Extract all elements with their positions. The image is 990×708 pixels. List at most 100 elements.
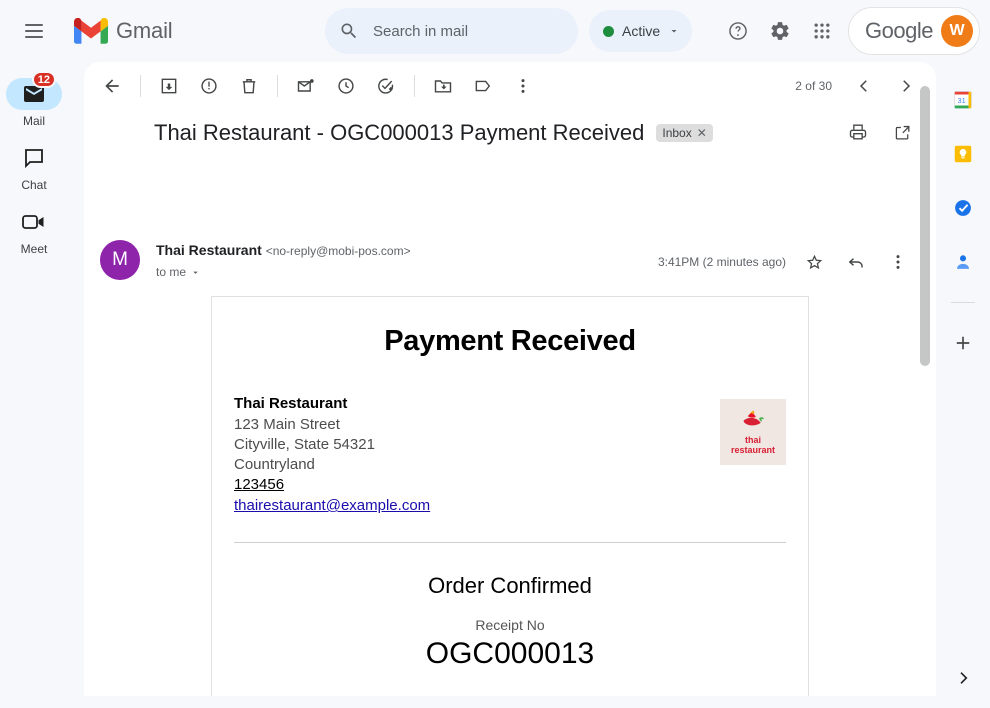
labels-button[interactable]	[463, 66, 503, 106]
chat-icon-box	[6, 142, 62, 174]
mail-unread-badge: 12	[31, 71, 56, 88]
message-scrollbar-thumb[interactable]	[920, 86, 930, 366]
mark-unread-button[interactable]	[286, 66, 326, 106]
tasks-icon	[955, 200, 971, 216]
avatar[interactable]: W	[941, 15, 973, 47]
recipient-label: to me	[156, 265, 187, 279]
plus-icon	[956, 336, 970, 350]
more-options-button[interactable]	[503, 66, 543, 106]
gmail-wordmark: Gmail	[116, 18, 173, 43]
google-wordmark: Google	[865, 18, 933, 43]
tasks-button[interactable]	[943, 188, 983, 228]
status-dot-icon	[603, 25, 614, 37]
sender-email: <no-reply@mobi-pos.com>	[265, 244, 411, 258]
message-toolbar: 2 of 30	[84, 62, 936, 110]
help-icon[interactable]	[718, 11, 758, 51]
apps-grid-icon[interactable]	[802, 11, 842, 51]
business-block: Thai Restaurant 123 Main Street Cityvill…	[234, 394, 786, 516]
keep-button[interactable]	[943, 134, 983, 174]
chili-pepper-icon	[743, 410, 765, 426]
search-input[interactable]	[373, 22, 572, 40]
calendar-button[interactable]: 31	[943, 80, 983, 120]
status-chip-active[interactable]: Active	[589, 10, 693, 52]
sender-info: Thai Restaurant <no-reply@mobi-pos.com> …	[156, 238, 658, 279]
back-button[interactable]	[92, 66, 132, 106]
folder-move-icon	[434, 80, 452, 93]
right-rail-divider	[951, 302, 975, 303]
message-pane: 2 of 30 Thai Restaurant - OGC000013 Paym…	[84, 62, 936, 696]
sidebar-item-label: Meet	[20, 242, 48, 256]
subject-actions	[838, 112, 922, 152]
label-chip-text: Inbox	[662, 126, 692, 140]
gmail-brand[interactable]: Gmail	[74, 18, 173, 44]
sidebar-item-mail[interactable]: 12 Mail	[3, 71, 65, 134]
left-app-rail: 12 Mail Chat Meet	[0, 62, 68, 708]
keep-icon	[954, 145, 972, 163]
toolbar-divider	[277, 75, 278, 97]
task-add-icon	[378, 78, 394, 94]
star-icon	[806, 254, 822, 269]
label-icon	[475, 80, 491, 92]
message-body-scroll: Payment Received Thai Restaurant 123 Mai…	[84, 288, 936, 696]
chevron-down-icon	[193, 271, 198, 274]
move-to-button[interactable]	[423, 66, 463, 106]
report-spam-button[interactable]	[189, 66, 229, 106]
address-line-2: Cityville, State 54321	[234, 436, 375, 453]
order-status: Order Confirmed	[428, 573, 592, 598]
message-scrollbar-track[interactable]	[920, 86, 930, 470]
star-button[interactable]	[794, 242, 834, 282]
close-icon[interactable]: ✕	[697, 126, 707, 140]
trash-icon	[242, 79, 256, 94]
archive-icon	[161, 78, 177, 94]
divider	[234, 542, 786, 543]
svg-text:31: 31	[958, 96, 966, 105]
business-phone[interactable]: 123456	[234, 475, 430, 495]
print-button[interactable]	[838, 112, 878, 152]
message-more-button[interactable]	[878, 242, 918, 282]
delete-button[interactable]	[229, 66, 269, 106]
sidebar-item-meet[interactable]: Meet	[3, 202, 65, 262]
reply-icon	[848, 258, 863, 268]
business-address: Thai Restaurant 123 Main Street Cityvill…	[234, 394, 430, 516]
subject-row: Thai Restaurant - OGC000013 Payment Rece…	[84, 120, 936, 146]
timestamp: 3:41PM (2 minutes ago)	[657, 255, 786, 269]
main-menu-icon[interactable]	[10, 7, 58, 55]
print-icon	[849, 124, 867, 140]
address-line-1: 123 Main Street	[234, 416, 340, 433]
sender-name: Thai Restaurant	[156, 242, 262, 258]
add-to-tasks-button[interactable]	[366, 66, 406, 106]
sidebar-item-chat[interactable]: Chat	[3, 138, 65, 198]
gear-icon[interactable]	[760, 11, 800, 51]
add-addon-button[interactable]	[943, 323, 983, 363]
gmail-app: Gmail Active	[0, 0, 990, 708]
popout-button[interactable]	[882, 112, 922, 152]
label-chip-inbox[interactable]: Inbox ✕	[656, 124, 713, 142]
receipt-title: Payment Received	[384, 325, 636, 357]
search-bar[interactable]	[325, 8, 578, 54]
chevron-right-icon	[903, 80, 911, 92]
sender-line: Thai Restaurant <no-reply@mobi-pos.com>	[156, 240, 658, 261]
logo-line-1: thai	[744, 435, 761, 445]
address-line-3: Countryland	[234, 456, 315, 473]
snooze-button[interactable]	[326, 66, 366, 106]
account-chip[interactable]: Google W	[848, 7, 980, 55]
archive-button[interactable]	[149, 66, 189, 106]
contacts-button[interactable]	[943, 242, 983, 282]
logo-line-2: restaurant	[730, 445, 775, 455]
sidebar-item-label: Chat	[21, 178, 47, 192]
prev-message-button[interactable]	[844, 66, 884, 106]
message-actions: 3:41PM (2 minutes ago)	[658, 238, 918, 282]
report-spam-icon	[201, 78, 217, 94]
business-email-link[interactable]: thairestaurant@example.com	[234, 496, 430, 516]
open-in-new-icon	[895, 125, 909, 139]
mail-icon-box: 12	[6, 71, 62, 110]
pager-count: 2 of 30	[795, 79, 832, 93]
expand-side-panel-button[interactable]	[943, 658, 983, 698]
status-label: Active	[622, 23, 661, 39]
avatar[interactable]: M	[100, 240, 140, 280]
recipient-toggle[interactable]: to me	[156, 265, 658, 279]
reply-button[interactable]	[836, 242, 876, 282]
mark-unread-icon	[297, 79, 314, 92]
gmail-logo-icon	[74, 18, 108, 44]
right-side-panel: 31	[936, 62, 990, 708]
